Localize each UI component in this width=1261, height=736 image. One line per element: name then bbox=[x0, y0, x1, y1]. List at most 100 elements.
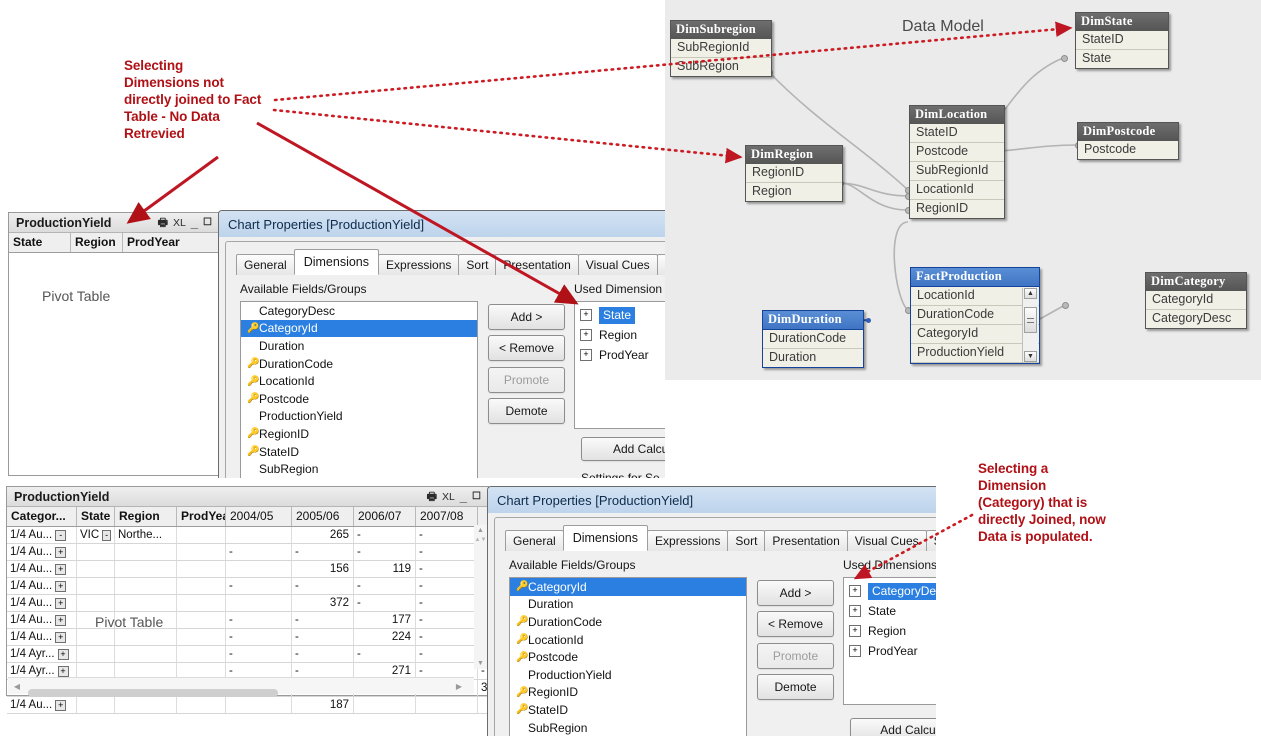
list-item[interactable]: 🔑ProductionYield bbox=[241, 408, 477, 426]
dialog-top-tabs[interactable]: General Dimensions Expressions Sort Pres… bbox=[236, 249, 665, 275]
table-row[interactable]: 1/4 Au...-VIC-Northe...265--- bbox=[7, 527, 488, 544]
column-header[interactable]: 2007/08 bbox=[416, 507, 478, 526]
expand-icon[interactable]: + bbox=[55, 614, 67, 626]
entity-factproduction[interactable]: FactProduction LocationId DurationCode C… bbox=[910, 267, 1040, 364]
dialog-top-titlebar[interactable]: Chart Properties [ProductionYield] bbox=[219, 211, 665, 237]
available-fields-list-top[interactable]: 🔑CategoryDesc 🔑CategoryId 🔑Duration 🔑Dur… bbox=[240, 301, 478, 478]
table-row[interactable]: 1/4 Au...+156119-406 bbox=[7, 561, 488, 578]
scroll-right-icon[interactable]: ▶ bbox=[444, 682, 474, 691]
minimize-icon[interactable]: _ bbox=[460, 490, 467, 503]
demote-button-top[interactable]: Demote bbox=[488, 398, 565, 424]
expand-icon[interactable]: + bbox=[57, 648, 69, 660]
fact-scrollbar[interactable]: ▲ ▼ bbox=[1022, 288, 1038, 362]
scroll-down-icon[interactable]: ▼ bbox=[1024, 351, 1037, 362]
list-item[interactable]: 🔑 RegionID bbox=[241, 425, 477, 443]
list-item[interactable]: 🔑 DurationCode bbox=[241, 355, 477, 373]
used-dimensions-list-bottom[interactable]: + CategoryDesc + State + Region + ProdYear bbox=[843, 577, 936, 705]
column-header[interactable]: Region bbox=[115, 507, 177, 526]
pivot-top-titlebar[interactable]: ProductionYield 🖶 XL _ ☐ bbox=[9, 213, 219, 233]
tab-style[interactable]: Style bbox=[925, 530, 936, 551]
pivot-vscrollbar[interactable]: ▲ ▲▼ ▼ bbox=[474, 525, 487, 669]
column-header[interactable]: ProdYear bbox=[177, 507, 226, 526]
maximize-icon[interactable]: ☐ bbox=[203, 217, 212, 228]
column-header[interactable]: State bbox=[77, 507, 115, 526]
chart-properties-dialog-top[interactable]: Chart Properties [ProductionYield] Gener… bbox=[218, 210, 665, 478]
print-icon[interactable]: 🖶 bbox=[427, 491, 437, 502]
pivot-bottom-titlebar[interactable]: ProductionYield 🖶 XL _ ☐ bbox=[7, 487, 488, 507]
tab-expressions[interactable]: Expressions bbox=[378, 254, 460, 275]
remove-button-bottom[interactable]: < Remove bbox=[757, 611, 834, 637]
pivot-window-bottom[interactable]: ProductionYield 🖶 XL _ ☐ Categor... Stat… bbox=[6, 486, 489, 714]
column-header[interactable]: ProdYear bbox=[123, 233, 218, 252]
column-header[interactable]: State bbox=[9, 233, 71, 252]
dialog-bottom-tabs[interactable]: General Dimensions Expressions Sort Pres… bbox=[505, 525, 936, 551]
list-item[interactable]: 🔑Duration bbox=[241, 337, 477, 355]
entity-dimcategory[interactable]: DimCategory CategoryId CategoryDesc bbox=[1145, 272, 1247, 329]
column-header[interactable]: 2005/06 bbox=[292, 507, 354, 526]
list-item[interactable]: 🔑 DurationCode bbox=[510, 613, 746, 631]
tab-dimensions[interactable]: Dimensions bbox=[293, 249, 380, 275]
excel-export-icon[interactable]: XL bbox=[442, 491, 455, 502]
tab-sort[interactable]: Sort bbox=[727, 530, 766, 551]
list-item[interactable]: 🔑CategoryDesc bbox=[241, 302, 477, 320]
expand-icon[interactable]: + bbox=[55, 631, 67, 643]
table-row[interactable]: 1/4 Ayr...+----- bbox=[7, 646, 488, 663]
demote-button-bottom[interactable]: Demote bbox=[757, 674, 834, 700]
column-header[interactable]: 2006/07 bbox=[354, 507, 416, 526]
pivot-hscrollbar[interactable]: ◀ ▶ bbox=[8, 677, 474, 697]
add-calculated-button-bottom[interactable]: Add Calculated bbox=[850, 718, 936, 736]
expand-icon[interactable]: + bbox=[849, 605, 861, 617]
table-row[interactable]: 1/4 Au...+372--- bbox=[7, 595, 488, 612]
tab-presentation[interactable]: Presentation bbox=[764, 530, 848, 551]
used-dimension-item[interactable]: + ProdYear bbox=[844, 641, 936, 661]
list-item[interactable]: 🔑 Postcode bbox=[241, 390, 477, 408]
scroll-left-icon[interactable]: ◀ bbox=[8, 682, 26, 691]
used-dimension-item[interactable]: + CategoryDesc bbox=[844, 581, 936, 601]
scroll-thumb[interactable] bbox=[1024, 307, 1037, 333]
expand-icon[interactable]: + bbox=[849, 585, 861, 597]
add-calculated-button-top[interactable]: Add Calcul bbox=[581, 437, 665, 461]
tab-visual-cues[interactable]: Visual Cues bbox=[577, 254, 658, 275]
list-item[interactable]: 🔑Duration bbox=[510, 596, 746, 614]
expand-icon[interactable]: + bbox=[55, 597, 67, 609]
list-item[interactable]: 🔑 CategoryId bbox=[510, 578, 746, 596]
used-dimension-item[interactable]: + State bbox=[844, 601, 936, 621]
tab-general[interactable]: General bbox=[236, 254, 295, 275]
scroll-thumb[interactable]: ▲▼ bbox=[474, 536, 487, 545]
entity-dimsubregion[interactable]: DimSubregion SubRegionId SubRegion bbox=[670, 20, 772, 77]
entity-dimpostcode[interactable]: DimPostcode Postcode bbox=[1077, 122, 1179, 160]
used-dimension-item[interactable]: + Region bbox=[575, 325, 665, 345]
collapse-icon[interactable]: - bbox=[102, 529, 111, 541]
list-item[interactable]: 🔑 Postcode bbox=[510, 648, 746, 666]
tab-sort[interactable]: Sort bbox=[458, 254, 497, 275]
entity-dimregion[interactable]: DimRegion RegionID Region bbox=[745, 145, 843, 202]
expand-icon[interactable]: + bbox=[849, 625, 861, 637]
dialog-bottom-titlebar[interactable]: Chart Properties [ProductionYield] bbox=[488, 487, 936, 513]
expand-icon[interactable]: + bbox=[57, 665, 69, 677]
column-header[interactable]: Categor... bbox=[7, 507, 77, 526]
expand-icon[interactable]: + bbox=[55, 546, 67, 558]
list-item[interactable]: 🔑 LocationId bbox=[510, 631, 746, 649]
tab-dimensions[interactable]: Dimensions bbox=[562, 525, 649, 551]
scroll-down-icon[interactable]: ▼ bbox=[474, 658, 487, 669]
expand-icon[interactable]: + bbox=[580, 349, 592, 361]
scroll-up-icon[interactable]: ▲ bbox=[474, 525, 487, 536]
entity-dimduration[interactable]: DimDuration DurationCode Duration bbox=[762, 310, 864, 368]
list-item[interactable]: 🔑 StateID bbox=[241, 443, 477, 461]
expand-icon[interactable]: + bbox=[55, 563, 67, 575]
scroll-up-icon[interactable]: ▲ bbox=[1024, 288, 1037, 299]
collapse-icon[interactable]: - bbox=[55, 529, 67, 541]
maximize-icon[interactable]: ☐ bbox=[472, 491, 481, 502]
list-item[interactable]: 🔑 CategoryId bbox=[241, 319, 477, 338]
used-dimension-item[interactable]: + State bbox=[575, 305, 665, 325]
add-button-top[interactable]: Add > bbox=[488, 304, 565, 330]
table-row[interactable]: 1/4 Au...+--177-294 bbox=[7, 612, 488, 629]
minimize-icon[interactable]: _ bbox=[191, 216, 198, 229]
table-row[interactable]: 1/4 Au...+----- bbox=[7, 578, 488, 595]
table-row[interactable]: 1/4 Au... + 187 bbox=[7, 697, 488, 714]
excel-export-icon[interactable]: XL bbox=[173, 217, 186, 228]
tab-style[interactable]: Style bbox=[656, 254, 665, 275]
print-icon[interactable]: 🖶 bbox=[158, 217, 168, 228]
column-header[interactable]: Region bbox=[71, 233, 123, 252]
pivot-window-top[interactable]: ProductionYield 🖶 XL _ ☐ State Region Pr… bbox=[8, 212, 220, 476]
